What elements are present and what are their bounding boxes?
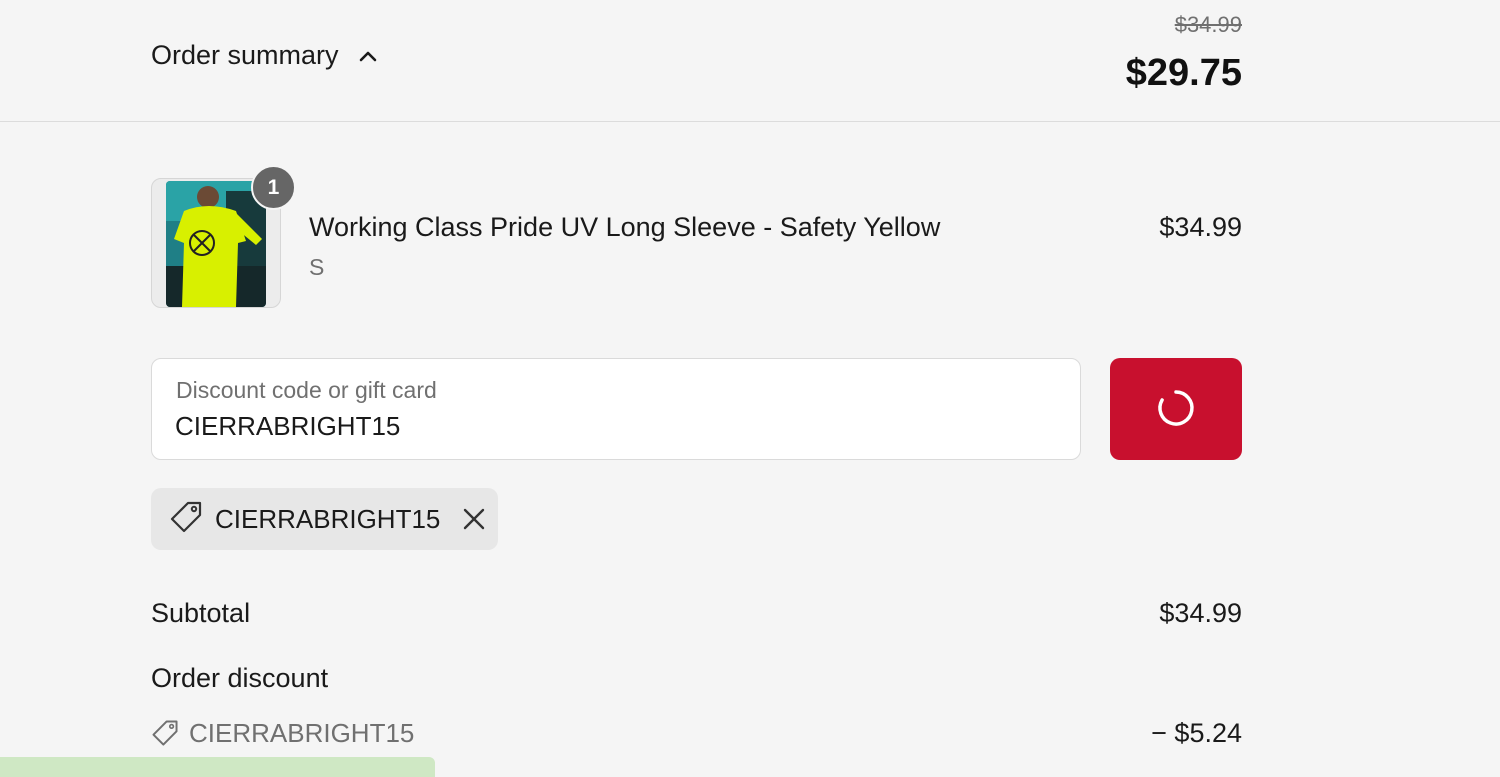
applied-discount-code: CIERRABRIGHT15 [215, 503, 441, 534]
status-toast [0, 757, 435, 777]
discount-line-code: CIERRABRIGHT15 [189, 718, 415, 748]
discount-line: CIERRABRIGHT15 − $5.24 [151, 716, 1242, 750]
subtotal-row: Subtotal $34.99 [151, 598, 1242, 629]
order-total: $29.75 [1125, 52, 1242, 94]
discount-line-value: − $5.24 [1151, 718, 1242, 748]
product-image [166, 181, 266, 307]
quantity-badge: 1 [251, 165, 296, 210]
order-summary-header: Order summary $34.99 $29.75 [0, 0, 1500, 122]
loading-spinner-icon [1156, 388, 1196, 431]
tag-icon [169, 500, 203, 539]
chevron-up-icon [357, 45, 379, 67]
line-item: 1 Working Class Pride UV Long Sleeve - S… [151, 165, 1242, 308]
order-summary-label: Order summary [151, 40, 339, 70]
subtotal-value: $34.99 [1159, 598, 1242, 628]
order-discount-label: Order discount [151, 663, 329, 693]
order-discount-row: Order discount [151, 663, 1242, 694]
close-icon[interactable] [460, 505, 488, 533]
product-price: $34.99 [1159, 212, 1242, 242]
apply-discount-button[interactable] [1110, 358, 1242, 460]
order-summary-toggle[interactable]: Order summary [151, 40, 379, 71]
tag-icon [151, 719, 179, 752]
discount-field-label: Discount code or gift card [176, 377, 437, 403]
discount-code-input[interactable] [175, 409, 1035, 443]
original-total: $34.99 [1174, 12, 1242, 37]
product-variant: S [309, 254, 325, 280]
product-thumbnail: 1 [151, 165, 296, 308]
discount-code-field[interactable]: Discount code or gift card [151, 358, 1081, 460]
subtotal-label: Subtotal [151, 598, 251, 628]
product-name: Working Class Pride UV Long Sleeve - Saf… [309, 212, 941, 242]
applied-discount-tag: CIERRABRIGHT15 [151, 488, 498, 550]
